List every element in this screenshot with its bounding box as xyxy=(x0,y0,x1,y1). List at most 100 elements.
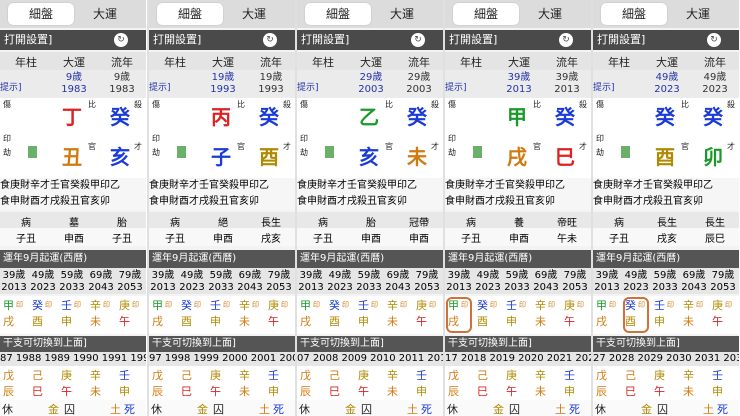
liunian-ganzhi-cell[interactable]: 己巳 xyxy=(30,368,58,402)
liunian-ganzhi-cell[interactable]: 辛未 xyxy=(681,368,709,402)
dayun-age-cell[interactable]: 49歲 2023 xyxy=(326,270,354,294)
dayun-ganzhi-cell[interactable]: 癸酉印 xyxy=(179,298,207,332)
liunian-stem[interactable]: 癸 xyxy=(555,106,575,128)
dayun-ganzhi-cell[interactable]: 庚午印 xyxy=(414,298,442,332)
settings-bar[interactable]: 打開設置] ↻ xyxy=(149,30,295,50)
dayun-branch[interactable]: 戌 xyxy=(507,146,527,168)
settings-bar[interactable]: 打開設置] ↻ xyxy=(593,30,739,50)
liunian-ganzhi-cell[interactable]: 辛未 xyxy=(385,368,413,402)
tab-detail[interactable]: 細盤 xyxy=(453,3,519,25)
dayun-age-cell[interactable]: 39歲 2013 xyxy=(149,270,177,294)
liunian-branch[interactable]: 亥 xyxy=(110,146,130,168)
liunian-age[interactable]: 9歲 1983 xyxy=(98,72,146,96)
refresh-icon[interactable]: ↻ xyxy=(411,33,425,47)
dayun-age-cell[interactable]: 79歲 2053 xyxy=(709,270,737,294)
liunian-ganzhi-cell[interactable]: 己巳 xyxy=(623,368,651,402)
dayun-ganzhi-cell[interactable]: 壬申印 xyxy=(356,298,384,332)
liunian-stem[interactable]: 癸 xyxy=(259,106,279,128)
dayun-age[interactable]: 9歲 1983 xyxy=(50,72,98,96)
tab-luck[interactable]: 大運 xyxy=(72,3,138,25)
dayun-age-cell[interactable]: 39歲 2013 xyxy=(0,270,28,294)
liunian-ganzhi-cell[interactable]: 己巳 xyxy=(179,368,207,402)
dayun-stem[interactable]: 丙 xyxy=(211,106,231,128)
dayun-ganzhi-cell[interactable]: 壬申印 xyxy=(504,298,532,332)
dayun-stem[interactable]: 甲 xyxy=(507,106,527,128)
dayun-age[interactable]: 39歲 2013 xyxy=(495,72,543,96)
dayun-age-cell[interactable]: 69歲 2043 xyxy=(384,270,412,294)
liunian-branch[interactable]: 巳 xyxy=(555,146,575,168)
dayun-ganzhi-cell[interactable]: 辛未印 xyxy=(237,298,265,332)
liunian-ganzhi-cell[interactable]: 辛未 xyxy=(237,368,265,402)
dayun-age-cell[interactable]: 49歲 2023 xyxy=(622,270,650,294)
refresh-icon[interactable]: ↻ xyxy=(263,33,277,47)
settings-bar[interactable]: 打開設置] ↻ xyxy=(445,30,591,50)
dayun-age-cell[interactable]: 39歲 2013 xyxy=(445,270,473,294)
tab-luck[interactable]: 大運 xyxy=(665,3,731,25)
dayun-ganzhi-cell[interactable]: 癸酉印 xyxy=(475,298,503,332)
tip-link[interactable]: 提示] xyxy=(297,80,319,93)
dayun-ganzhi-cell[interactable]: 甲戌印 xyxy=(298,298,326,332)
liunian-age[interactable]: 39歲 2013 xyxy=(543,72,591,96)
liunian-ganzhi-cell[interactable]: 戊辰 xyxy=(298,368,326,402)
dayun-ganzhi-cell[interactable]: 癸酉印 xyxy=(30,298,58,332)
liunian-age[interactable]: 49歲 2023 xyxy=(691,72,739,96)
liunian-branch[interactable]: 酉 xyxy=(259,146,279,168)
dayun-age[interactable]: 19歲 1993 xyxy=(199,72,247,96)
liunian-ganzhi-cell[interactable]: 壬申 xyxy=(710,368,738,402)
dayun-ganzhi-cell[interactable]: 壬申印 xyxy=(652,298,680,332)
tab-luck[interactable]: 大運 xyxy=(517,3,583,25)
liunian-stem[interactable]: 癸 xyxy=(407,106,427,128)
liunian-age[interactable]: 19歲 1993 xyxy=(247,72,295,96)
dayun-stem[interactable]: 丁 xyxy=(62,106,82,128)
liunian-ganzhi-cell[interactable]: 戊辰 xyxy=(150,368,178,402)
tab-luck[interactable]: 大運 xyxy=(369,3,435,25)
dayun-ganzhi-cell[interactable]: 庚午印 xyxy=(117,298,145,332)
liunian-ganzhi-cell[interactable]: 己巳 xyxy=(327,368,355,402)
dayun-ganzhi-cell[interactable]: 庚午印 xyxy=(710,298,738,332)
liunian-stem[interactable]: 癸 xyxy=(703,106,723,128)
liunian-age[interactable]: 29歲 2003 xyxy=(395,72,443,96)
liunian-ganzhi-cell[interactable]: 戊辰 xyxy=(1,368,29,402)
tab-detail[interactable]: 細盤 xyxy=(601,3,667,25)
dayun-ganzhi-cell[interactable]: 甲戌印 xyxy=(150,298,178,332)
dayun-age-cell[interactable]: 79歲 2053 xyxy=(265,270,293,294)
dayun-age-cell[interactable]: 49歲 2023 xyxy=(178,270,206,294)
liunian-ganzhi-cell[interactable]: 戊辰 xyxy=(594,368,622,402)
tip-link[interactable]: 提示] xyxy=(445,80,467,93)
dayun-age[interactable]: 49歲 2023 xyxy=(643,72,691,96)
dayun-age-cell[interactable]: 39歲 2013 xyxy=(297,270,325,294)
dayun-age-cell[interactable]: 59歲 2033 xyxy=(355,270,383,294)
liunian-ganzhi-cell[interactable]: 壬申 xyxy=(414,368,442,402)
dayun-ganzhi-cell[interactable]: 壬申印 xyxy=(208,298,236,332)
dayun-ganzhi-cell[interactable]: 庚午印 xyxy=(266,298,294,332)
refresh-icon[interactable]: ↻ xyxy=(114,33,128,47)
dayun-age-cell[interactable]: 69歲 2043 xyxy=(532,270,560,294)
dayun-age[interactable]: 29歲 2003 xyxy=(347,72,395,96)
dayun-age-cell[interactable]: 59歲 2033 xyxy=(58,270,86,294)
dayun-branch[interactable]: 亥 xyxy=(359,146,379,168)
dayun-ganzhi-cell[interactable]: 壬申印 xyxy=(59,298,87,332)
liunian-ganzhi-cell[interactable]: 庚午 xyxy=(652,368,680,402)
dayun-age-cell[interactable]: 49歲 2023 xyxy=(474,270,502,294)
liunian-ganzhi-cell[interactable]: 壬申 xyxy=(117,368,145,402)
dayun-age-cell[interactable]: 69歲 2043 xyxy=(87,270,115,294)
dayun-age-cell[interactable]: 79歲 2053 xyxy=(116,270,144,294)
refresh-icon[interactable]: ↻ xyxy=(707,33,721,47)
dayun-stem[interactable]: 癸 xyxy=(655,106,675,128)
tab-detail[interactable]: 細盤 xyxy=(8,3,74,25)
dayun-age-cell[interactable]: 59歲 2033 xyxy=(503,270,531,294)
refresh-icon[interactable]: ↻ xyxy=(559,33,573,47)
settings-bar[interactable]: 打開設置] ↻ xyxy=(0,30,146,50)
liunian-ganzhi-cell[interactable]: 己巳 xyxy=(475,368,503,402)
settings-bar[interactable]: 打開設置] ↻ xyxy=(297,30,443,50)
liunian-ganzhi-cell[interactable]: 庚午 xyxy=(504,368,532,402)
dayun-ganzhi-cell[interactable]: 甲戌印 xyxy=(1,298,29,332)
liunian-stem[interactable]: 癸 xyxy=(110,106,130,128)
dayun-branch[interactable]: 酉 xyxy=(655,146,675,168)
liunian-branch[interactable]: 卯 xyxy=(703,146,723,168)
dayun-age-cell[interactable]: 59歲 2033 xyxy=(651,270,679,294)
liunian-ganzhi-cell[interactable]: 壬申 xyxy=(266,368,294,402)
dayun-ganzhi-cell[interactable]: 辛未印 xyxy=(533,298,561,332)
dayun-age-cell[interactable]: 59歲 2033 xyxy=(207,270,235,294)
dayun-ganzhi-cell[interactable]: 癸酉印 xyxy=(327,298,355,332)
